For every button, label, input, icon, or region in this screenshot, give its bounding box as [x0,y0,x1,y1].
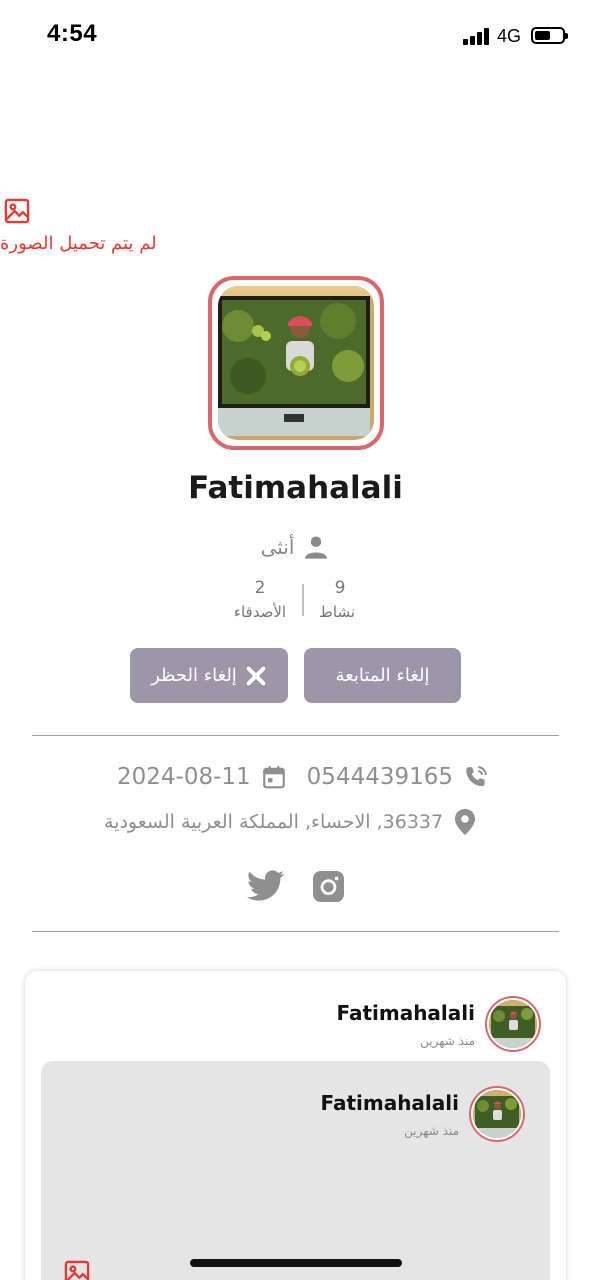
location-row: 36337, الاحساء, المملكة العربية السعودية [104,808,477,836]
person-icon [305,536,328,559]
join-date: 2024-08-11 [117,764,251,790]
shared-post-time: منذ شهرين [404,1124,459,1138]
profile-stats: 9 نشاط 2 الأصدقاء [0,576,591,626]
unblock-button[interactable]: إلغاء الحظر [130,648,288,703]
divider-top [32,735,559,736]
gender-row: أنثى [0,533,591,561]
status-time: 4:54 [47,20,98,47]
battery-icon [531,27,568,44]
home-indicator[interactable] [190,1259,402,1267]
shared-post[interactable]: Fatimahalali منذ شهرين [41,1061,550,1280]
broken-image-icon [64,1260,90,1280]
twitter-icon[interactable] [247,869,285,903]
calendar-icon [262,766,285,789]
activity-count: 9 [334,578,346,598]
instagram-icon[interactable] [313,871,344,902]
post-time: منذ شهرين [420,1034,475,1048]
phone-icon [466,766,487,787]
location-pin-icon [455,809,476,835]
profile-username: Fatimahalali [188,470,403,506]
unblock-label: إلغاء الحظر [151,665,237,686]
phone-number[interactable]: 0544439165 [307,764,453,790]
shared-author-name[interactable]: Fatimahalali [320,1091,459,1115]
friends-label[interactable]: الأصدقاء [220,603,300,621]
profile-avatar[interactable] [208,276,384,450]
post-author-name[interactable]: Fatimahalali [336,1001,475,1025]
friends-count: 2 [254,578,266,598]
unfollow-label: إلغاء المتابعة [335,665,430,686]
unfollow-button[interactable]: إلغاء المتابعة [304,648,461,703]
activity-label[interactable]: نشاط [297,603,377,621]
contact-row: 2024-08-11 0544439165 [117,764,489,790]
post-author-avatar[interactable] [485,996,541,1052]
location-text: 36337, الاحساء, المملكة العربية السعودية [104,811,444,833]
shared-author-avatar[interactable] [469,1086,525,1142]
divider-bottom [32,931,559,932]
network-type: 4G [497,26,522,46]
close-icon [246,666,266,685]
gender-label: أنثى [260,535,295,559]
stats-divider [302,584,304,616]
avatar-photo [218,286,374,440]
broken-image-icon [4,198,30,224]
signal-icon [463,27,493,45]
cover-error-text: لم يتم تحميل الصورة [0,233,157,254]
